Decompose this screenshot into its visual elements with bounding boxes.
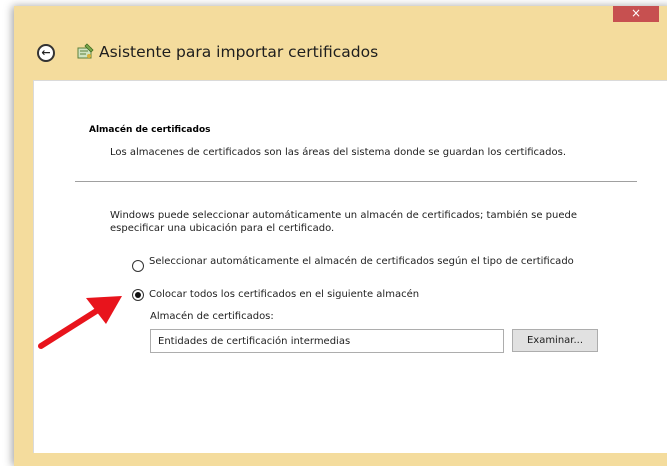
section-title: Almacén de certificados	[89, 125, 211, 135]
section-divider	[75, 181, 637, 182]
close-button[interactable]: ×	[613, 6, 659, 22]
radio-auto-select-label[interactable]: Seleccionar automáticamente el almacén d…	[149, 255, 589, 268]
browse-button[interactable]: Examinar...	[512, 329, 598, 352]
radio-auto-select[interactable]	[132, 260, 144, 272]
annotation-arrow	[38, 296, 122, 349]
section-description: Los almacenes de certificados son las ár…	[110, 147, 567, 158]
radio-place-all[interactable]	[132, 289, 144, 301]
certificate-wizard-icon	[77, 43, 94, 59]
wizard-title: Asistente para importar certificados	[99, 43, 379, 61]
intro-text: Windows puede seleccionar automáticament…	[110, 210, 578, 234]
back-arrow-icon[interactable]: ←	[37, 44, 55, 62]
store-input[interactable]	[150, 329, 504, 353]
radio-place-all-label[interactable]: Colocar todos los certificados en el sig…	[149, 288, 419, 301]
store-label: Almacén de certificados:	[150, 311, 274, 322]
